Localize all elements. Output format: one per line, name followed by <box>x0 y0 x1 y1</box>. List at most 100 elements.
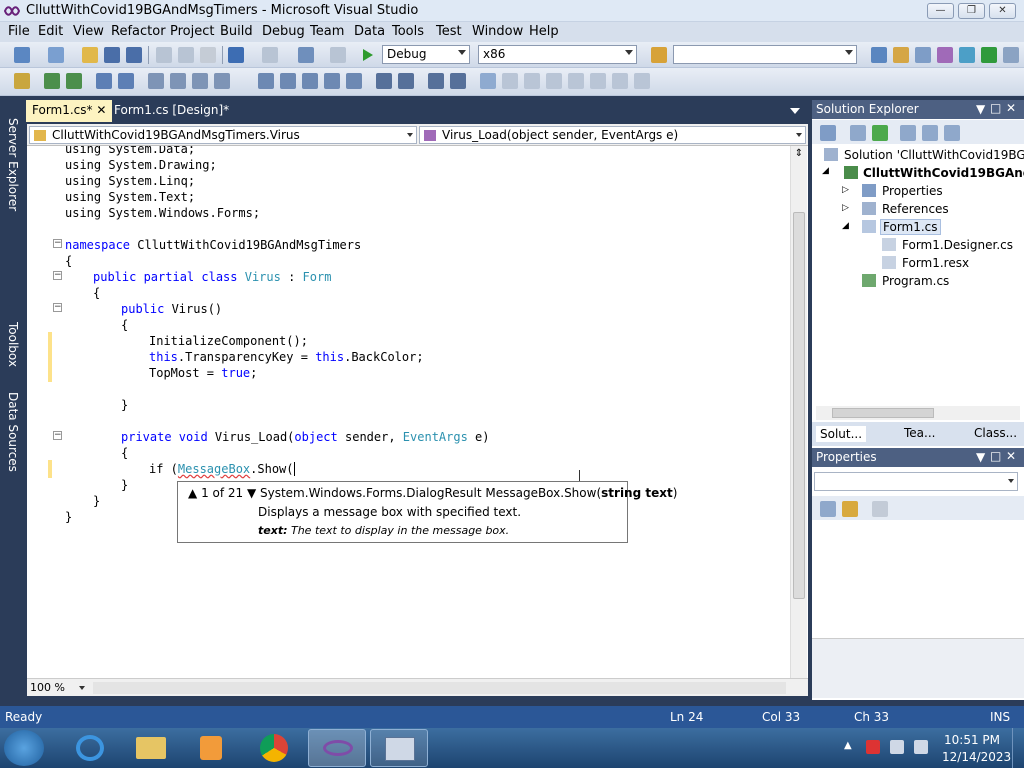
pane-menu-icon[interactable]: ▼ <box>976 102 985 116</box>
close-icon[interactable]: ✕ <box>96 103 106 117</box>
view-designer-icon[interactable] <box>922 125 938 141</box>
save-all-icon[interactable] <box>126 47 142 63</box>
copy-icon[interactable] <box>178 47 194 63</box>
clock-time[interactable]: 10:51 PM <box>944 733 1000 747</box>
view-code-icon[interactable] <box>900 125 916 141</box>
alphabetical-icon[interactable] <box>842 501 858 517</box>
pin-icon[interactable]: □ <box>990 101 1001 115</box>
menu-window[interactable]: Window <box>472 24 523 39</box>
property-pages-icon[interactable] <box>872 501 888 517</box>
word-completion-icon[interactable] <box>280 73 296 89</box>
close-icon[interactable]: ✕ <box>1006 101 1016 115</box>
close-icon[interactable]: ✕ <box>1006 449 1016 463</box>
fold-toggle[interactable]: − <box>53 239 62 248</box>
tree-item-references[interactable]: References <box>882 202 949 216</box>
server-explorer-tab[interactable]: Server Explorer <box>2 118 20 211</box>
minimize-button[interactable]: — <box>927 3 954 19</box>
data-sources-tab[interactable]: Data Sources <box>2 392 20 472</box>
refresh-icon[interactable] <box>872 125 888 141</box>
tab-form1-cs[interactable]: Form1.cs* ✕ <box>26 100 113 122</box>
menu-build[interactable]: Build <box>220 24 253 39</box>
expand-icon[interactable]: ▷ <box>842 185 849 195</box>
tree-item-designer[interactable]: Form1.Designer.cs <box>902 238 1013 252</box>
previous-bookmark-folder-icon[interactable] <box>546 73 562 89</box>
quick-info-icon[interactable] <box>258 73 274 89</box>
collapse-icon[interactable]: ◢ <box>822 166 829 176</box>
menu-project[interactable]: Project <box>170 24 214 39</box>
scroll-thumb[interactable] <box>832 408 934 418</box>
tab-solution-explorer[interactable]: Solut... <box>816 426 867 442</box>
menu-data[interactable]: Data <box>354 24 385 39</box>
object-selector[interactable] <box>814 472 1018 491</box>
breakpoint-icon[interactable] <box>96 73 112 89</box>
add-item-icon[interactable] <box>48 47 64 63</box>
solution-configuration-select[interactable]: Debug <box>382 45 470 64</box>
clear-bookmarks-icon[interactable] <box>634 73 650 89</box>
menu-tools[interactable]: Tools <box>392 24 424 39</box>
show-desktop-button[interactable] <box>1012 728 1024 768</box>
visual-studio-taskbar-icon[interactable] <box>308 729 366 767</box>
step-over-icon[interactable] <box>66 73 82 89</box>
fold-toggle[interactable]: − <box>53 271 62 280</box>
menu-refactor[interactable]: Refactor <box>111 24 166 39</box>
tab-dropdown-icon[interactable] <box>790 108 800 114</box>
toolbox-icon[interactable] <box>937 47 953 63</box>
categorized-icon[interactable] <box>820 501 836 517</box>
tree-solution[interactable]: Solution 'ClluttWithCovid19BGAr <box>844 148 1024 162</box>
tree-project[interactable]: ClluttWithCovid19BGAndMs <box>863 166 1024 180</box>
scroll-thumb[interactable] <box>793 212 805 599</box>
horizontal-scroll-track[interactable] <box>93 682 786 694</box>
editor-vertical-scrollbar[interactable]: ⇕ <box>790 146 807 678</box>
media-player-icon[interactable] <box>182 729 240 767</box>
document-outline-icon[interactable] <box>14 73 30 89</box>
show-all-files-icon[interactable] <box>850 125 866 141</box>
start-button-icon[interactable] <box>4 730 44 766</box>
split-handle-icon[interactable]: ⇕ <box>793 148 805 162</box>
running-app-icon[interactable] <box>370 729 428 767</box>
tab-form1-design[interactable]: Form1.cs [Design]* <box>108 100 235 122</box>
chevron-down-icon[interactable] <box>79 686 85 690</box>
collapse-icon[interactable]: ◢ <box>842 221 849 231</box>
toolbox-tab[interactable]: Toolbox <box>2 322 20 367</box>
decrease-indent-icon[interactable] <box>376 73 392 89</box>
menu-team[interactable]: Team <box>310 24 344 39</box>
clear-breakpoints-icon[interactable] <box>118 73 134 89</box>
step-into-icon[interactable] <box>44 73 60 89</box>
close-button[interactable]: ✕ <box>989 3 1016 19</box>
increase-indent-icon[interactable] <box>398 73 414 89</box>
network-icon[interactable] <box>890 740 904 754</box>
find-combo[interactable] <box>673 45 857 64</box>
file-explorer-icon[interactable] <box>122 729 180 767</box>
start-debugging-icon[interactable] <box>360 47 376 63</box>
tree-item-properties[interactable]: Properties <box>882 184 943 198</box>
save-icon[interactable] <box>104 47 120 63</box>
display-word-icon[interactable] <box>346 73 362 89</box>
list-members-icon[interactable] <box>192 73 208 89</box>
format-selection-icon[interactable] <box>170 73 186 89</box>
next-bookmark-folder-icon[interactable] <box>568 73 584 89</box>
new-project-icon[interactable] <box>14 47 30 63</box>
fold-toggle[interactable]: − <box>53 303 62 312</box>
tree-item-program-cs[interactable]: Program.cs <box>882 274 949 288</box>
maximize-button[interactable]: ❐ <box>958 3 985 19</box>
next-bookmark-icon[interactable] <box>524 73 540 89</box>
properties-icon[interactable] <box>820 125 836 141</box>
start-page-icon[interactable] <box>959 47 975 63</box>
undo-icon[interactable] <box>228 47 244 63</box>
toggle-bookmark-icon[interactable] <box>480 73 496 89</box>
open-file-icon[interactable] <box>82 47 98 63</box>
type-selector[interactable]: ClluttWithCovid19BGAndMsgTimers.Virus <box>29 126 417 144</box>
next-bookmark-doc-icon[interactable] <box>612 73 628 89</box>
redo-icon[interactable] <box>262 47 278 63</box>
pane-menu-icon[interactable]: ▼ <box>976 450 985 464</box>
properties-window-icon[interactable] <box>893 47 909 63</box>
format-icon[interactable] <box>148 73 164 89</box>
menu-test[interactable]: Test <box>436 24 462 39</box>
parameter-info-icon[interactable] <box>214 73 230 89</box>
menu-view[interactable]: View <box>73 24 104 39</box>
comment-out-icon[interactable] <box>428 73 444 89</box>
pin-icon[interactable]: □ <box>990 449 1001 463</box>
action-center-icon[interactable] <box>866 740 880 754</box>
tab-class-view[interactable]: Class... <box>974 426 1017 440</box>
volume-icon[interactable] <box>914 740 928 754</box>
